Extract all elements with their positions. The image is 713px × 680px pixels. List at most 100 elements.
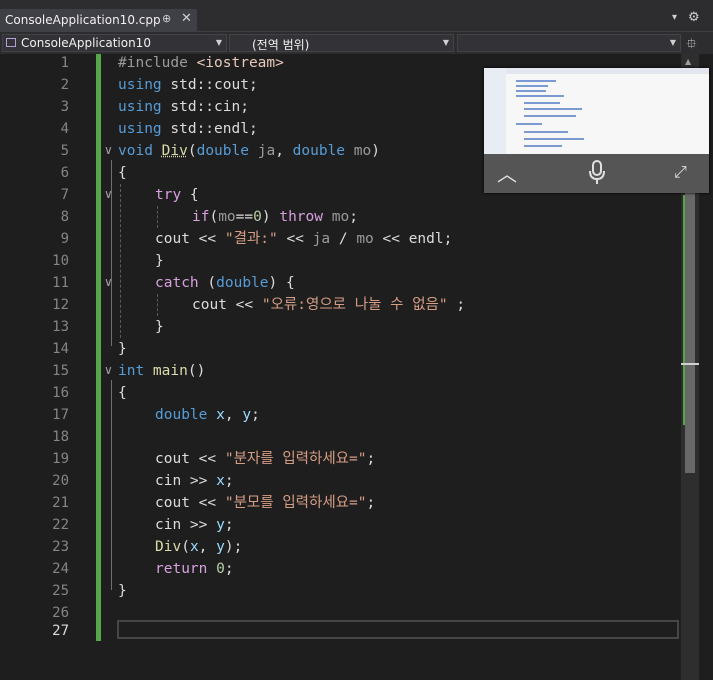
parameter: mo bbox=[218, 209, 236, 225]
code-text: () bbox=[187, 363, 206, 379]
scope-label: (전역 범위) bbox=[252, 38, 310, 52]
line-number: 4 bbox=[60, 121, 69, 137]
line-number: 25 bbox=[52, 583, 69, 599]
code-text: } bbox=[155, 319, 164, 335]
line-number: 20 bbox=[52, 473, 69, 489]
variable: x bbox=[207, 407, 225, 423]
document-tab[interactable]: ConsoleApplication10.cpp ⊕ ✕ bbox=[0, 9, 197, 31]
tab-overflow-dropdown-icon[interactable]: ▾ bbox=[672, 12, 677, 23]
parameter: ja bbox=[248, 143, 276, 159]
line-number: 14 bbox=[52, 341, 69, 357]
picture-in-picture-window[interactable]: ︿ ⤢ bbox=[484, 68, 709, 193]
gear-icon[interactable]: ⚙ bbox=[688, 10, 700, 25]
indent-guide bbox=[157, 206, 158, 228]
project-label: ConsoleApplication10 bbox=[21, 36, 151, 50]
code-text: ; bbox=[224, 517, 234, 533]
code-line: cout << "분자를 입력하세요="; bbox=[155, 448, 375, 470]
current-line-highlight[interactable] bbox=[117, 620, 679, 639]
code-text: ; bbox=[447, 297, 466, 313]
thumbnail-code-line bbox=[516, 95, 564, 97]
code-text: ; bbox=[349, 209, 358, 225]
collapse-chevron-icon[interactable]: ∨ bbox=[104, 363, 113, 377]
fold-region-line bbox=[111, 160, 112, 346]
line-number: 10 bbox=[52, 253, 69, 269]
thumbnail-code-line bbox=[516, 90, 546, 92]
code-line: cout << "분모를 입력하세요="; bbox=[155, 492, 375, 514]
member-dropdown[interactable]: ▼ bbox=[457, 34, 681, 52]
code-text: { bbox=[118, 385, 127, 401]
code-line: cout << "오류:영으로 나눌 수 없음" ; bbox=[192, 294, 465, 316]
code-text: ; bbox=[224, 561, 234, 577]
line-number: 16 bbox=[52, 385, 69, 401]
code-text: ) bbox=[261, 209, 280, 225]
code-line: return 0; bbox=[155, 558, 234, 580]
line-number: 13 bbox=[52, 319, 69, 335]
code-text: , bbox=[224, 407, 243, 423]
keyword: catch bbox=[155, 275, 199, 291]
scroll-up-arrow-icon[interactable]: ▲ bbox=[685, 57, 691, 66]
expand-icon[interactable]: ⤢ bbox=[674, 162, 687, 182]
line-number: 18 bbox=[52, 429, 69, 445]
line-number: 21 bbox=[52, 495, 69, 511]
code-text: ; bbox=[224, 473, 234, 489]
variable: y bbox=[216, 539, 225, 555]
code-line: double x, y; bbox=[155, 404, 260, 426]
code-line: using std::cin; bbox=[118, 96, 249, 118]
code-text: } bbox=[118, 341, 127, 357]
line-number: 19 bbox=[52, 451, 69, 467]
scope-dropdown[interactable]: (전역 범위) ▼ bbox=[229, 34, 454, 52]
collapse-chevron-icon[interactable]: ∨ bbox=[104, 143, 113, 157]
string-literal: "오류:영으로 나눌 수 없음" bbox=[261, 297, 448, 313]
pip-controls: ︿ ⤢ bbox=[484, 154, 709, 193]
code-line: if(mo==0) throw mo; bbox=[192, 206, 358, 228]
thumbnail-code-line bbox=[524, 131, 568, 133]
line-number: 1 bbox=[60, 55, 69, 71]
keyword: using bbox=[118, 99, 162, 115]
microphone-icon[interactable] bbox=[589, 160, 605, 190]
line-number: 23 bbox=[52, 539, 69, 555]
line-number: 22 bbox=[52, 517, 69, 533]
keyword: void bbox=[118, 143, 153, 159]
tab-title: ConsoleApplication10.cpp bbox=[5, 13, 161, 27]
fold-region-line bbox=[111, 380, 112, 590]
project-dropdown[interactable]: ConsoleApplication10 ▼ bbox=[2, 34, 227, 52]
thumbnail-code-line bbox=[524, 138, 584, 140]
thumbnail-code-line bbox=[524, 102, 560, 104]
line-number: 15 bbox=[52, 363, 69, 379]
line-number: 24 bbox=[52, 561, 69, 577]
code-line: try { bbox=[155, 184, 199, 206]
parameter: mo bbox=[356, 231, 374, 247]
keyword: return bbox=[155, 561, 208, 577]
line-number: 6 bbox=[60, 165, 69, 181]
code-line: using std::endl; bbox=[118, 118, 258, 140]
code-text: { bbox=[118, 165, 127, 181]
pin-icon[interactable]: ⊕ bbox=[162, 12, 171, 25]
string-literal: "분자를 입력하세요=" bbox=[224, 451, 367, 467]
line-number: 17 bbox=[52, 407, 69, 423]
line-number: 2 bbox=[60, 77, 69, 93]
chevron-up-icon[interactable]: ︿ bbox=[497, 158, 517, 187]
code-text: ); bbox=[224, 539, 243, 555]
number-literal: 0 bbox=[253, 209, 262, 225]
project-icon bbox=[6, 38, 16, 47]
code-line: } bbox=[118, 338, 127, 360]
code-text: cout << bbox=[155, 231, 225, 247]
indent-guide bbox=[120, 184, 121, 338]
code-text: ; bbox=[251, 407, 260, 423]
line-number: 11 bbox=[52, 275, 69, 291]
code-text: std::cin; bbox=[161, 99, 249, 115]
caret-position-marker bbox=[681, 363, 699, 365]
thumbnail-toolbar bbox=[506, 68, 709, 74]
close-icon[interactable]: ✕ bbox=[181, 11, 192, 26]
keyword: using bbox=[118, 121, 162, 137]
chevron-down-icon: ▼ bbox=[669, 38, 676, 47]
thumbnail-code-line bbox=[524, 145, 562, 147]
code-text: ( bbox=[181, 539, 190, 555]
parameter: mo bbox=[323, 209, 350, 225]
code-text: ( bbox=[209, 209, 219, 225]
code-line: Div(x, y); bbox=[155, 536, 242, 558]
number-literal: 0 bbox=[207, 561, 225, 577]
code-line: cin >> y; bbox=[155, 514, 234, 536]
keyword: using bbox=[118, 77, 162, 93]
line-number: 9 bbox=[60, 231, 69, 247]
